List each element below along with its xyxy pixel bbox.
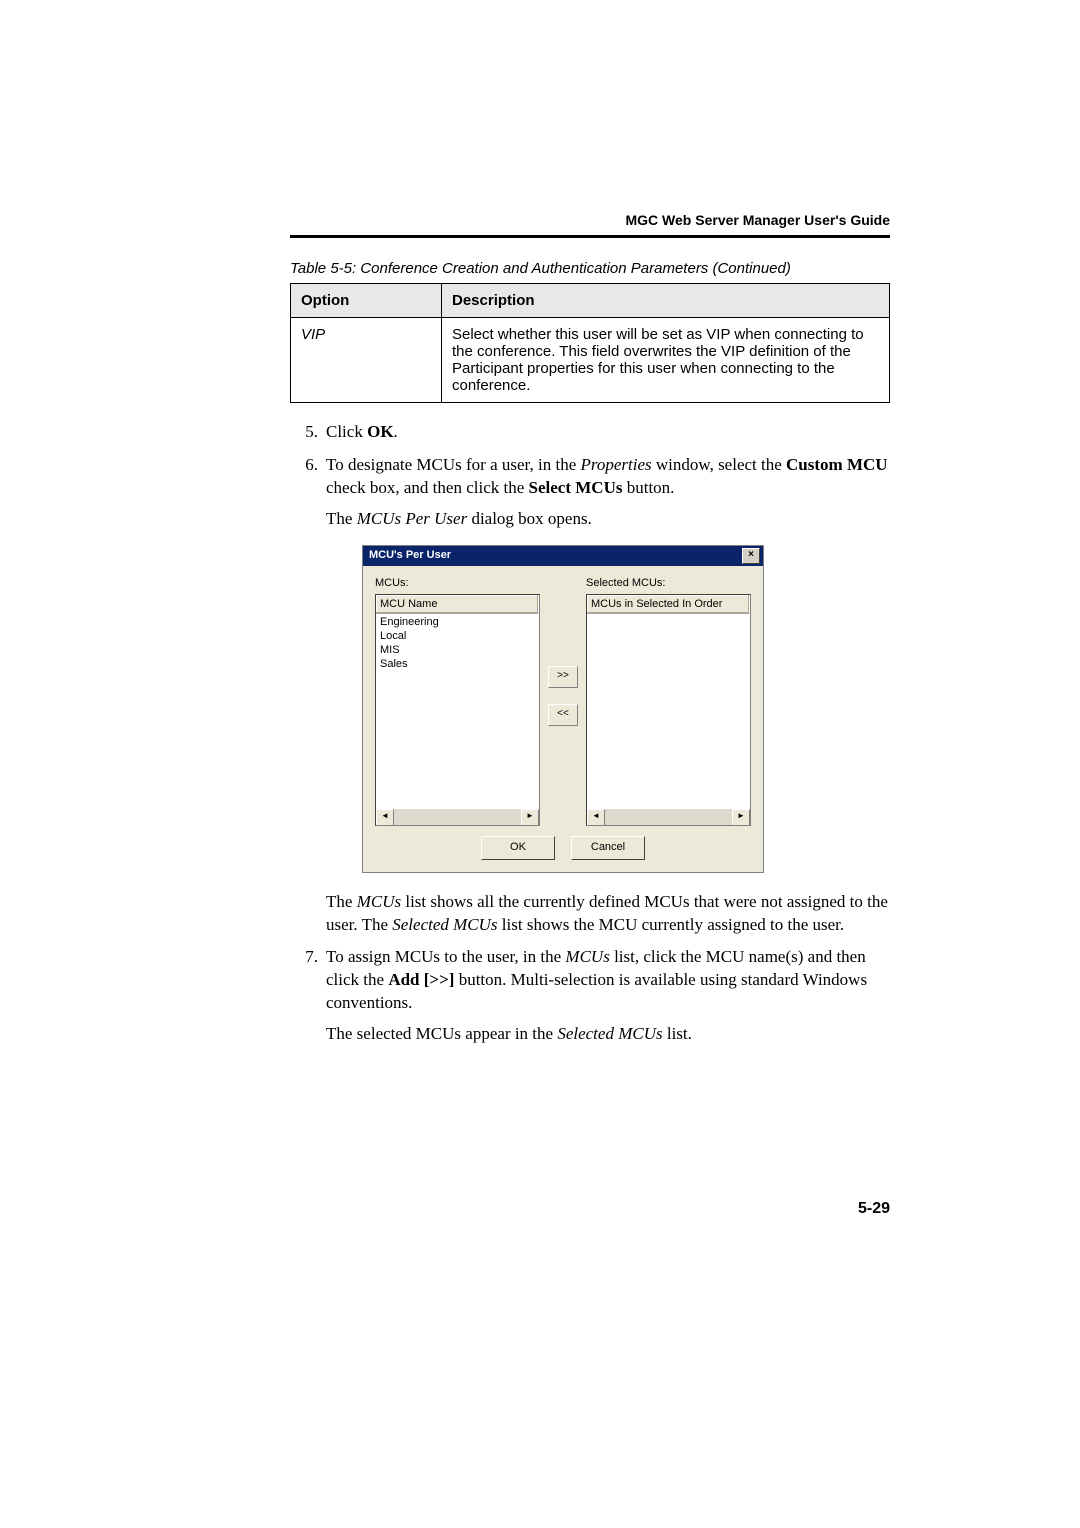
selected-list-items[interactable] bbox=[587, 614, 750, 808]
scroll-right-icon[interactable]: ► bbox=[521, 809, 539, 826]
text: The bbox=[326, 509, 357, 528]
bold-select-mcus: Select MCUs bbox=[529, 478, 623, 497]
text: . bbox=[394, 422, 398, 441]
th-description: Description bbox=[442, 284, 890, 318]
td-option-vip: VIP bbox=[291, 318, 442, 403]
list-item[interactable]: Sales bbox=[380, 657, 535, 671]
text: button. bbox=[622, 478, 674, 497]
dialog-titlebar[interactable]: MCU's Per User × bbox=[363, 546, 763, 566]
bold-ok: OK bbox=[367, 422, 393, 441]
selected-scrollbar[interactable]: ◄ ► bbox=[587, 809, 750, 825]
dialog-button-row: OK Cancel bbox=[375, 836, 751, 860]
table-caption: Table 5-5: Conference Creation and Authe… bbox=[290, 260, 890, 277]
add-button[interactable]: >> bbox=[548, 666, 578, 688]
text: Click bbox=[326, 422, 367, 441]
dialog-body: MCUs: MCU Name Engineering Local MIS Sal… bbox=[363, 566, 763, 872]
text: list shows the MCU currently assigned to… bbox=[498, 915, 845, 934]
scroll-left-icon[interactable]: ◄ bbox=[376, 809, 394, 826]
italic-mcus-per-user: MCUs Per User bbox=[357, 509, 468, 528]
step-list: Click OK. To designate MCUs for a user, … bbox=[290, 421, 890, 1046]
th-option: Option bbox=[291, 284, 442, 318]
text: window, select the bbox=[652, 455, 786, 474]
para-after-dialog: The MCUs list shows all the currently de… bbox=[326, 891, 890, 937]
mcus-listbox[interactable]: MCU Name Engineering Local MIS Sales ◄ ► bbox=[375, 594, 540, 826]
text: list. bbox=[663, 1024, 692, 1043]
text: The selected MCUs appear in the bbox=[326, 1024, 557, 1043]
running-header: MGC Web Server Manager User's Guide bbox=[626, 212, 891, 228]
italic-selected-mcus-2: Selected MCUs bbox=[557, 1024, 662, 1043]
td-desc-vip: Select whether this user will be set as … bbox=[442, 318, 890, 403]
transfer-buttons: >> << bbox=[548, 576, 578, 826]
selected-list-header[interactable]: MCUs in Selected In Order bbox=[587, 595, 750, 615]
close-icon[interactable]: × bbox=[742, 548, 760, 564]
list-item[interactable]: Engineering bbox=[380, 615, 535, 629]
bold-custom-mcu: Custom MCU bbox=[786, 455, 888, 474]
mcus-per-user-dialog: MCU's Per User × MCUs: MCU Name Engineer… bbox=[362, 545, 764, 873]
step-7: To assign MCUs to the user, in the MCUs … bbox=[290, 946, 890, 1046]
bold-add: Add [>>] bbox=[388, 970, 454, 989]
cancel-button[interactable]: Cancel bbox=[571, 836, 645, 860]
mcus-column: MCUs: MCU Name Engineering Local MIS Sal… bbox=[375, 576, 540, 826]
ok-button[interactable]: OK bbox=[481, 836, 555, 860]
italic-mcus: MCUs bbox=[357, 892, 401, 911]
step-7-subtext: The selected MCUs appear in the Selected… bbox=[326, 1023, 890, 1046]
remove-button[interactable]: << bbox=[548, 704, 578, 726]
mcus-scrollbar[interactable]: ◄ ► bbox=[376, 809, 539, 825]
mcus-label: MCUs: bbox=[375, 576, 540, 591]
list-item[interactable]: Local bbox=[380, 629, 535, 643]
mcus-list-items[interactable]: Engineering Local MIS Sales bbox=[376, 614, 539, 808]
list-item[interactable]: MIS bbox=[380, 643, 535, 657]
scroll-right-icon[interactable]: ► bbox=[732, 809, 750, 826]
italic-properties: Properties bbox=[581, 455, 652, 474]
header-rule bbox=[290, 235, 890, 238]
selected-listbox[interactable]: MCUs in Selected In Order ◄ ► bbox=[586, 594, 751, 826]
selected-label: Selected MCUs: bbox=[586, 576, 751, 591]
step-5: Click OK. bbox=[290, 421, 890, 444]
table-row: VIP Select whether this user will be set… bbox=[291, 318, 890, 403]
step-6-subtext: The MCUs Per User dialog box opens. bbox=[326, 508, 890, 531]
text: To designate MCUs for a user, in the bbox=[326, 455, 581, 474]
text: To assign MCUs to the user, in the bbox=[326, 947, 565, 966]
text: dialog box opens. bbox=[467, 509, 592, 528]
italic-selected-mcus: Selected MCUs bbox=[392, 915, 497, 934]
italic-mcus-list: MCUs bbox=[565, 947, 609, 966]
selected-column: Selected MCUs: MCUs in Selected In Order… bbox=[586, 576, 751, 826]
page-number: 5-29 bbox=[858, 1200, 890, 1218]
mcus-list-header[interactable]: MCU Name bbox=[376, 595, 539, 615]
scroll-left-icon[interactable]: ◄ bbox=[587, 809, 605, 826]
text: The bbox=[326, 892, 357, 911]
dialog-title: MCU's Per User bbox=[369, 548, 451, 563]
text: check box, and then click the bbox=[326, 478, 529, 497]
table-header-row: Option Description bbox=[291, 284, 890, 318]
step-6: To designate MCUs for a user, in the Pro… bbox=[290, 454, 890, 937]
param-table: Option Description VIP Select whether th… bbox=[290, 283, 890, 403]
